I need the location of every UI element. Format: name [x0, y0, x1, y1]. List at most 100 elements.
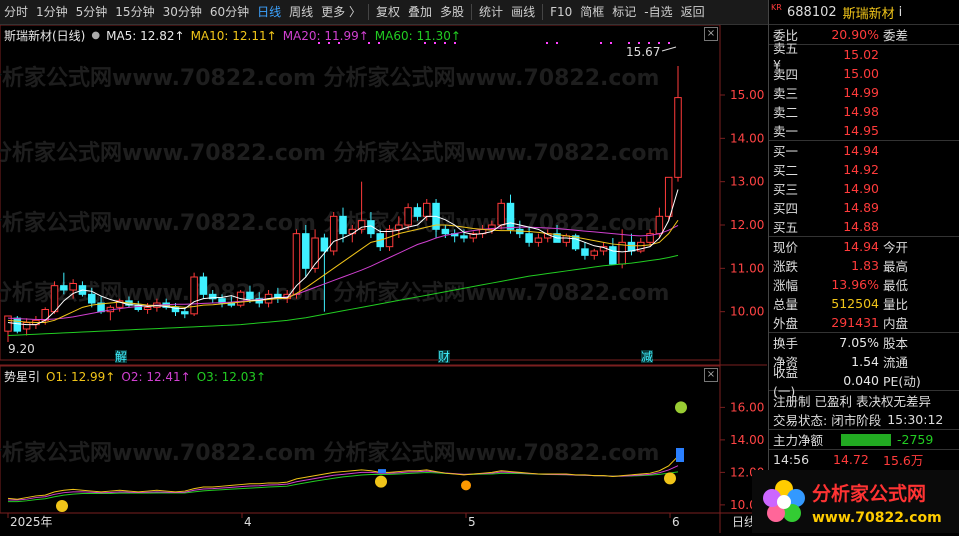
toolbar-item-7[interactable]: 周线 — [285, 0, 317, 24]
buy-row-3: 买四 14.89 — [769, 198, 959, 217]
top-dot — [648, 42, 650, 44]
candle-body — [246, 291, 254, 300]
trade-status-value: 闭市阶段 — [831, 413, 882, 428]
stat2-row-1-label2: 流通 — [883, 355, 909, 370]
buy-row-4: 买五 14.88 — [769, 217, 959, 236]
buy-row-2-value: 14.90 — [843, 181, 879, 196]
toolbar-item-4[interactable]: 30分钟 — [159, 0, 206, 24]
watermark-text: 分析家公式网www.70822.com 分析家公式网www.70822.com — [0, 140, 669, 166]
event-marker-cai: 财 — [438, 350, 450, 364]
blue-bar-icon — [378, 469, 386, 474]
buy-row-1-value: 14.92 — [843, 162, 879, 177]
ma10-label: MA10: 12.11↑ — [190, 28, 277, 43]
stat-row-2-label: 涨幅 — [773, 278, 799, 293]
stat2-row-0: 换手 7.05% 股本 — [769, 333, 959, 352]
ma60-label: MA60: 11.30↑ — [374, 28, 461, 43]
quote-panel: KR 688102 斯瑞新材 i 委比 20.90% 委差 卖五 ¥15.02 卖… — [768, 0, 959, 533]
candle-body — [674, 97, 682, 178]
stat-row-4: 外盘 291431 内盘 — [769, 313, 959, 332]
stat2-row-0-label2: 股本 — [883, 336, 909, 351]
toolbar-item-15[interactable]: 简框 — [576, 0, 608, 24]
toolbar-item-6[interactable]: 日线 — [253, 0, 285, 24]
stock-code: 688102 — [787, 4, 837, 20]
kline-chart-area[interactable]: 分析家公式网www.70822.com 分析家公式网www.70822.com 分… — [0, 25, 767, 533]
toolbar-item-18[interactable]: 返回 — [677, 0, 709, 24]
toolbar-item-10[interactable]: 叠加 — [404, 0, 436, 24]
candle-body — [60, 285, 68, 291]
toolbar-item-16[interactable]: 标记 — [608, 0, 640, 24]
top-dot — [668, 42, 670, 44]
stat-row-1-label: 涨跌 — [773, 259, 799, 274]
money-bag-icon — [375, 475, 387, 488]
toolbar-item-2[interactable]: 5分钟 — [72, 0, 112, 24]
main-tick-label: 13.00 — [730, 175, 764, 189]
money-bag-icon — [664, 472, 676, 485]
stat-row-4-value: 291431 — [831, 315, 879, 330]
apple-icon — [675, 401, 687, 414]
event-marker-jie: 解 — [115, 350, 127, 364]
o2-line — [8, 465, 679, 501]
top-dot — [610, 42, 612, 44]
stock-tags: 注册制 已盈利 表决权无差异 — [773, 394, 931, 409]
candle-body — [50, 285, 59, 313]
stat-row-4-label: 外盘 — [773, 316, 799, 331]
close-sub-chart-button[interactable]: × — [704, 368, 718, 382]
top-dot — [546, 42, 548, 44]
toolbar-item-9[interactable]: 复权 — [372, 0, 404, 24]
stat-row-2-label2: 最低 — [883, 278, 909, 293]
stat-row-3: 总量 512504 量比 — [769, 294, 959, 313]
close-chart-button[interactable]: × — [704, 27, 718, 41]
toolbar-item-0[interactable]: 分时 — [0, 0, 32, 24]
tick-vol: 15.6万 — [883, 453, 924, 468]
o3-line — [8, 471, 679, 503]
toolbar-item-8[interactable]: 更多 〉 — [317, 0, 365, 24]
buy-row-0-label: 买一 — [773, 144, 799, 159]
toolbar-item-3[interactable]: 15分钟 — [111, 0, 158, 24]
candle-body — [143, 306, 152, 311]
sell-row-1-label: 卖四 — [773, 67, 799, 82]
main-net-bar — [841, 433, 891, 446]
candle-body — [339, 215, 347, 235]
sell-row-0-value: 15.02 — [843, 47, 879, 62]
info-icon[interactable]: i — [899, 5, 903, 20]
signal-dot-icon — [461, 480, 471, 491]
stats-block: 现价 14.94 今开 涨跌 1.83 最高 涨幅 13.96% 最低 总量 512504 量比 外盘 2… — [769, 237, 959, 332]
ma5-label: MA5: 12.82↑ — [106, 28, 185, 43]
toolbar-item-13[interactable]: 画线 — [507, 0, 539, 24]
trade-status-row: 交易状态: 闭市阶段 15:30:12 — [769, 410, 959, 429]
kline-svg[interactable]: 分析家公式网www.70822.com 分析家公式网www.70822.com 分… — [0, 25, 767, 533]
toolbar-item-1[interactable]: 1分钟 — [32, 0, 72, 24]
buy-book: 买一 14.94 买二 14.92 买三 14.90 买四 14.89 买五 14.88 — [769, 141, 959, 236]
toolbar-item-14[interactable]: F10 — [546, 0, 576, 24]
candle-body — [395, 224, 403, 230]
tags-row: 注册制 已盈利 表决权无差异 — [769, 391, 959, 410]
candle-body — [441, 228, 450, 235]
sell-book: 卖五 ¥15.02 卖四 15.00 卖三 14.99 卖二 14.98 卖一 14.95 — [769, 41, 959, 140]
stat-row-3-label: 总量 — [773, 297, 799, 312]
stat2-row-0-label: 换手 — [773, 336, 799, 351]
toolbar-item-12[interactable]: 统计 — [475, 0, 507, 24]
buy-row-2-label: 买三 — [773, 182, 799, 197]
sub-legend: 势星引 O1: 12.99↑ O2: 12.41↑ O3: 12.03↑ — [4, 368, 266, 385]
quote-header: KR 688102 斯瑞新材 i — [769, 0, 959, 25]
buy-row-4-value: 14.88 — [843, 219, 879, 234]
buy-row-1: 买二 14.92 — [769, 160, 959, 179]
stat-row-2: 涨幅 13.96% 最低 — [769, 275, 959, 294]
toolbar-item-17[interactable]: -自选 — [640, 0, 676, 24]
ma20-label: MA20: 11.99↑ — [282, 28, 369, 43]
stat2-row-0-value: 7.05% — [839, 335, 879, 350]
settings-icon[interactable]: ● — [91, 30, 100, 41]
buy-row-0-value: 14.94 — [843, 143, 879, 158]
site-logo: 分析家公式网 www.70822.com — [752, 470, 959, 533]
watermark-text: 分析家公式网www.70822.com 分析家公式网www.70822.com — [0, 440, 659, 466]
stat2-row-2: 收益(一) 0.040 PE(动) — [769, 365, 959, 399]
low-price-label: 9.20 — [8, 342, 35, 356]
o1-label: O1: 12.99↑ — [46, 369, 116, 384]
x-tick-label: 6 — [672, 515, 680, 529]
candle-body — [199, 276, 208, 295]
stat-row-0-label2: 今开 — [883, 240, 909, 255]
toolbar-item-11[interactable]: 多股 — [436, 0, 468, 24]
candle-body — [413, 207, 422, 217]
toolbar-item-5[interactable]: 60分钟 — [206, 0, 253, 24]
sell-row-2-value: 14.99 — [843, 85, 879, 100]
